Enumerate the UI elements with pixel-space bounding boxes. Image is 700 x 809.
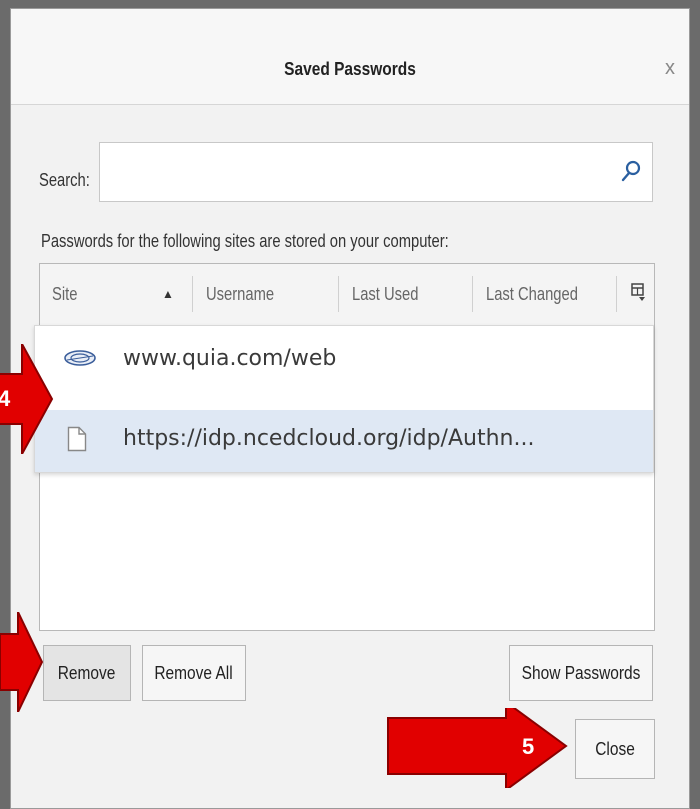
close-button[interactable]: Close <box>575 719 655 779</box>
column-header-last-changed[interactable]: Last Changed <box>486 264 598 324</box>
site-url: https://idp.ncedcloud.org/idp/Authn... <box>123 426 535 451</box>
remove-all-button[interactable]: Remove All <box>142 645 246 701</box>
show-passwords-button[interactable]: Show Passwords <box>509 645 653 701</box>
title-bar: Saved Passwords x <box>11 9 689 105</box>
search-input[interactable] <box>106 151 610 195</box>
column-divider[interactable] <box>616 276 617 312</box>
site-url: www.quia.com/web <box>123 346 337 371</box>
blank-page-icon <box>67 426 87 452</box>
remove-button[interactable]: Remove <box>43 645 131 701</box>
search-label: Search: <box>39 170 90 190</box>
quia-site-icon <box>64 350 96 366</box>
column-header-username[interactable]: Username <box>206 264 289 324</box>
list-item[interactable]: www.quia.com/web <box>35 330 653 392</box>
search-field[interactable] <box>99 142 653 202</box>
column-header-last-used[interactable]: Last Used <box>352 264 433 324</box>
dialog-title: Saved Passwords <box>284 59 416 79</box>
column-picker-icon[interactable] <box>630 282 646 302</box>
saved-passwords-dialog: Saved Passwords x Search: Passwords for … <box>10 8 690 809</box>
close-icon[interactable]: x <box>665 57 675 80</box>
search-icon[interactable] <box>620 159 642 183</box>
column-header-row: Site ▲ Username Last Used Last Changed <box>40 264 654 328</box>
callout-arrow-4: 4 <box>0 344 54 454</box>
column-header-site[interactable]: Site <box>52 264 83 324</box>
info-text: Passwords for the following sites are st… <box>41 231 449 251</box>
column-divider[interactable] <box>192 276 193 312</box>
sort-ascending-icon: ▲ <box>162 287 174 301</box>
callout-label: 4 <box>0 386 11 411</box>
site-autocomplete-dropdown[interactable]: www.quia.com/web https://idp.ncedcloud.o… <box>34 325 654 473</box>
column-divider[interactable] <box>472 276 473 312</box>
callout-label: 5 <box>522 734 534 759</box>
list-item-selected[interactable]: https://idp.ncedcloud.org/idp/Authn... <box>35 410 653 472</box>
callout-arrow-remove <box>0 612 44 712</box>
column-divider[interactable] <box>338 276 339 312</box>
callout-arrow-5: 5 <box>387 708 568 788</box>
